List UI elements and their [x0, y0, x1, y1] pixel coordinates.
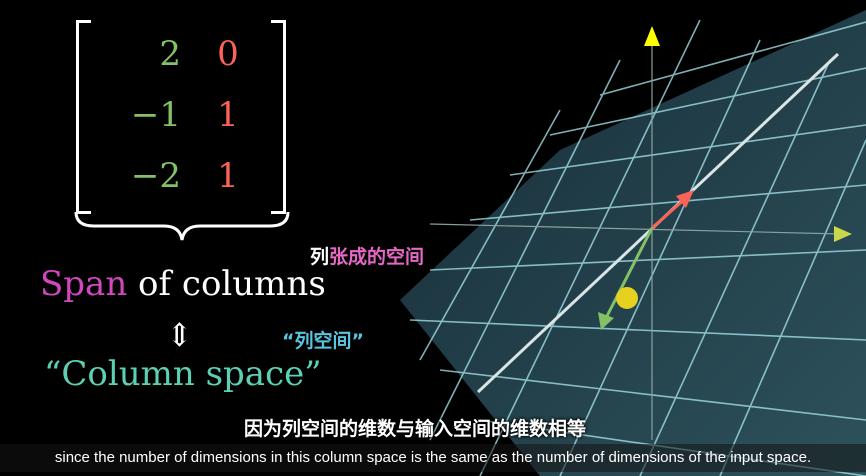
right-bracket [271, 20, 286, 214]
matrix-cell: 1 [217, 156, 239, 196]
span-of-columns: Span of columns [40, 264, 326, 304]
matrix-cell: 2 [159, 34, 181, 74]
column-space-plane [400, 10, 866, 476]
matrix-cell: −1 [130, 95, 181, 135]
span-rest: of columns [127, 264, 326, 304]
matrix: 2 −1 −2 0 1 1 [76, 20, 286, 214]
matrix-cell: 1 [217, 95, 239, 135]
updown-arrow-icon: ⇕ [166, 316, 193, 354]
column-space-label: “Column space” [44, 354, 322, 394]
left-bracket [76, 20, 91, 214]
video-frame: 2 −1 −2 0 1 1 列张成的空间 Span of columns ⇕ “… [0, 0, 866, 476]
yellow-cone-icon [616, 287, 638, 309]
zh-span-rest: 张成的空间 [329, 246, 425, 268]
axis-up-arrowhead [644, 26, 660, 46]
subtitle-chinese: 因为列空间的维数与输入空间的维数相等 [243, 418, 586, 440]
zh-span-label: 列张成的空间 [310, 242, 424, 269]
subtitle-english: since the number of dimensions in this c… [0, 444, 866, 472]
matrix-cell: 0 [217, 34, 239, 74]
zh-column-space-label: “列空间” [282, 330, 364, 352]
matrix-cell: −2 [130, 156, 181, 196]
curly-brace-icon [74, 211, 290, 241]
span-word: Span [40, 264, 128, 304]
